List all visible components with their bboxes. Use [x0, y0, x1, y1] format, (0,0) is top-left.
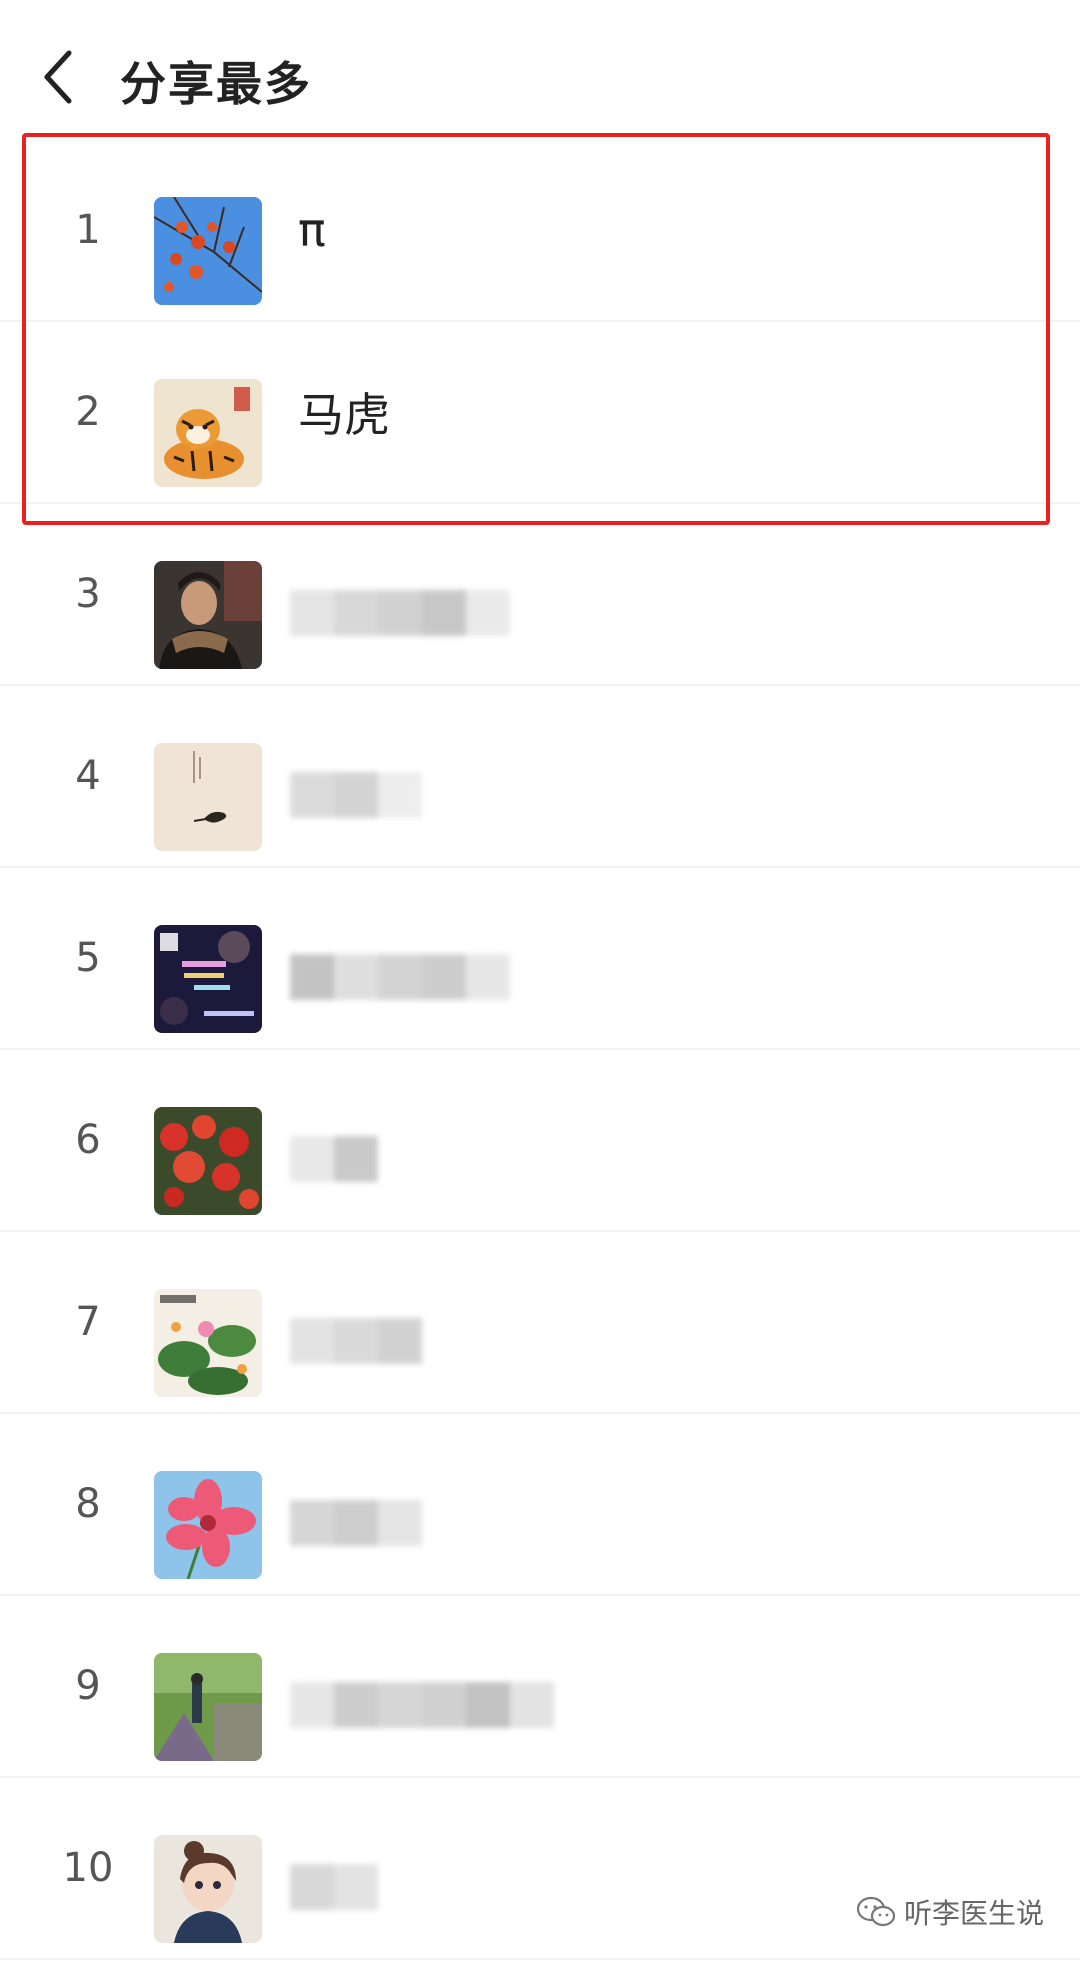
blurred-user-name [290, 590, 510, 636]
avatar[interactable] [154, 925, 262, 1033]
blurred-user-name [290, 772, 422, 818]
user-name: π [298, 203, 326, 257]
list-item[interactable]: 6 [0, 1050, 1080, 1232]
user-name: 马虎 [298, 388, 390, 442]
rank-number: 5 [75, 935, 101, 981]
rank-number: 4 [75, 753, 101, 799]
avatar[interactable] [154, 379, 262, 487]
blurred-user-name [290, 954, 510, 1000]
rank-number: 2 [75, 389, 101, 435]
avatar[interactable] [154, 561, 262, 669]
list-item[interactable]: 5 [0, 868, 1080, 1050]
watermark-text: 听李医生说 [903, 1897, 1044, 1930]
avatar[interactable] [154, 1471, 262, 1579]
ranking-list: 1 π 2 马虎 3 4 5 6 7 8 9 10 [0, 140, 1080, 1960]
blurred-user-name [290, 1318, 422, 1364]
list-item[interactable]: 2 马虎 [0, 322, 1080, 504]
text-collage-image [154, 925, 262, 1033]
cartoon-girl-image [154, 1835, 262, 1943]
watermark: 听李医生说 [856, 1892, 1044, 1932]
rank-number: 7 [75, 1299, 101, 1345]
list-item[interactable]: 4 [0, 686, 1080, 868]
persimmon-branch-image [154, 197, 262, 305]
blurred-user-name [290, 1682, 554, 1728]
rank-number: 8 [75, 1481, 101, 1527]
chevron-left-icon [44, 50, 72, 104]
list-item[interactable]: 1 π [0, 140, 1080, 322]
blurred-user-name [290, 1500, 422, 1546]
red-flowers-image [154, 1107, 262, 1215]
list-item[interactable]: 8 [0, 1414, 1080, 1596]
avatar[interactable] [154, 1107, 262, 1215]
avatar[interactable] [154, 1835, 262, 1943]
garden-photo-image [154, 1653, 262, 1761]
list-item[interactable]: 3 [0, 504, 1080, 686]
ink-painting-image [154, 743, 262, 851]
pink-flower-image [154, 1471, 262, 1579]
rank-number: 6 [75, 1117, 101, 1163]
avatar[interactable] [154, 1653, 262, 1761]
rank-number: 10 [62, 1845, 114, 1891]
lotus-painting-image [154, 1289, 262, 1397]
blurred-user-name [290, 1864, 378, 1910]
page-title: 分享最多 [120, 57, 312, 111]
back-button[interactable] [28, 42, 88, 112]
wechat-icon [856, 1896, 896, 1927]
rank-number: 1 [75, 207, 101, 253]
blurred-user-name [290, 1136, 378, 1182]
rank-number: 9 [75, 1663, 101, 1709]
list-item[interactable]: 9 [0, 1596, 1080, 1778]
avatar[interactable] [154, 197, 262, 305]
list-item[interactable]: 10 [0, 1778, 1080, 1960]
avatar[interactable] [154, 743, 262, 851]
portrait-image [154, 561, 262, 669]
tiger-image [154, 379, 262, 487]
rank-number: 3 [75, 571, 101, 617]
list-item[interactable]: 7 [0, 1232, 1080, 1414]
header: 分享最多 [0, 0, 1080, 140]
avatar[interactable] [154, 1289, 262, 1397]
